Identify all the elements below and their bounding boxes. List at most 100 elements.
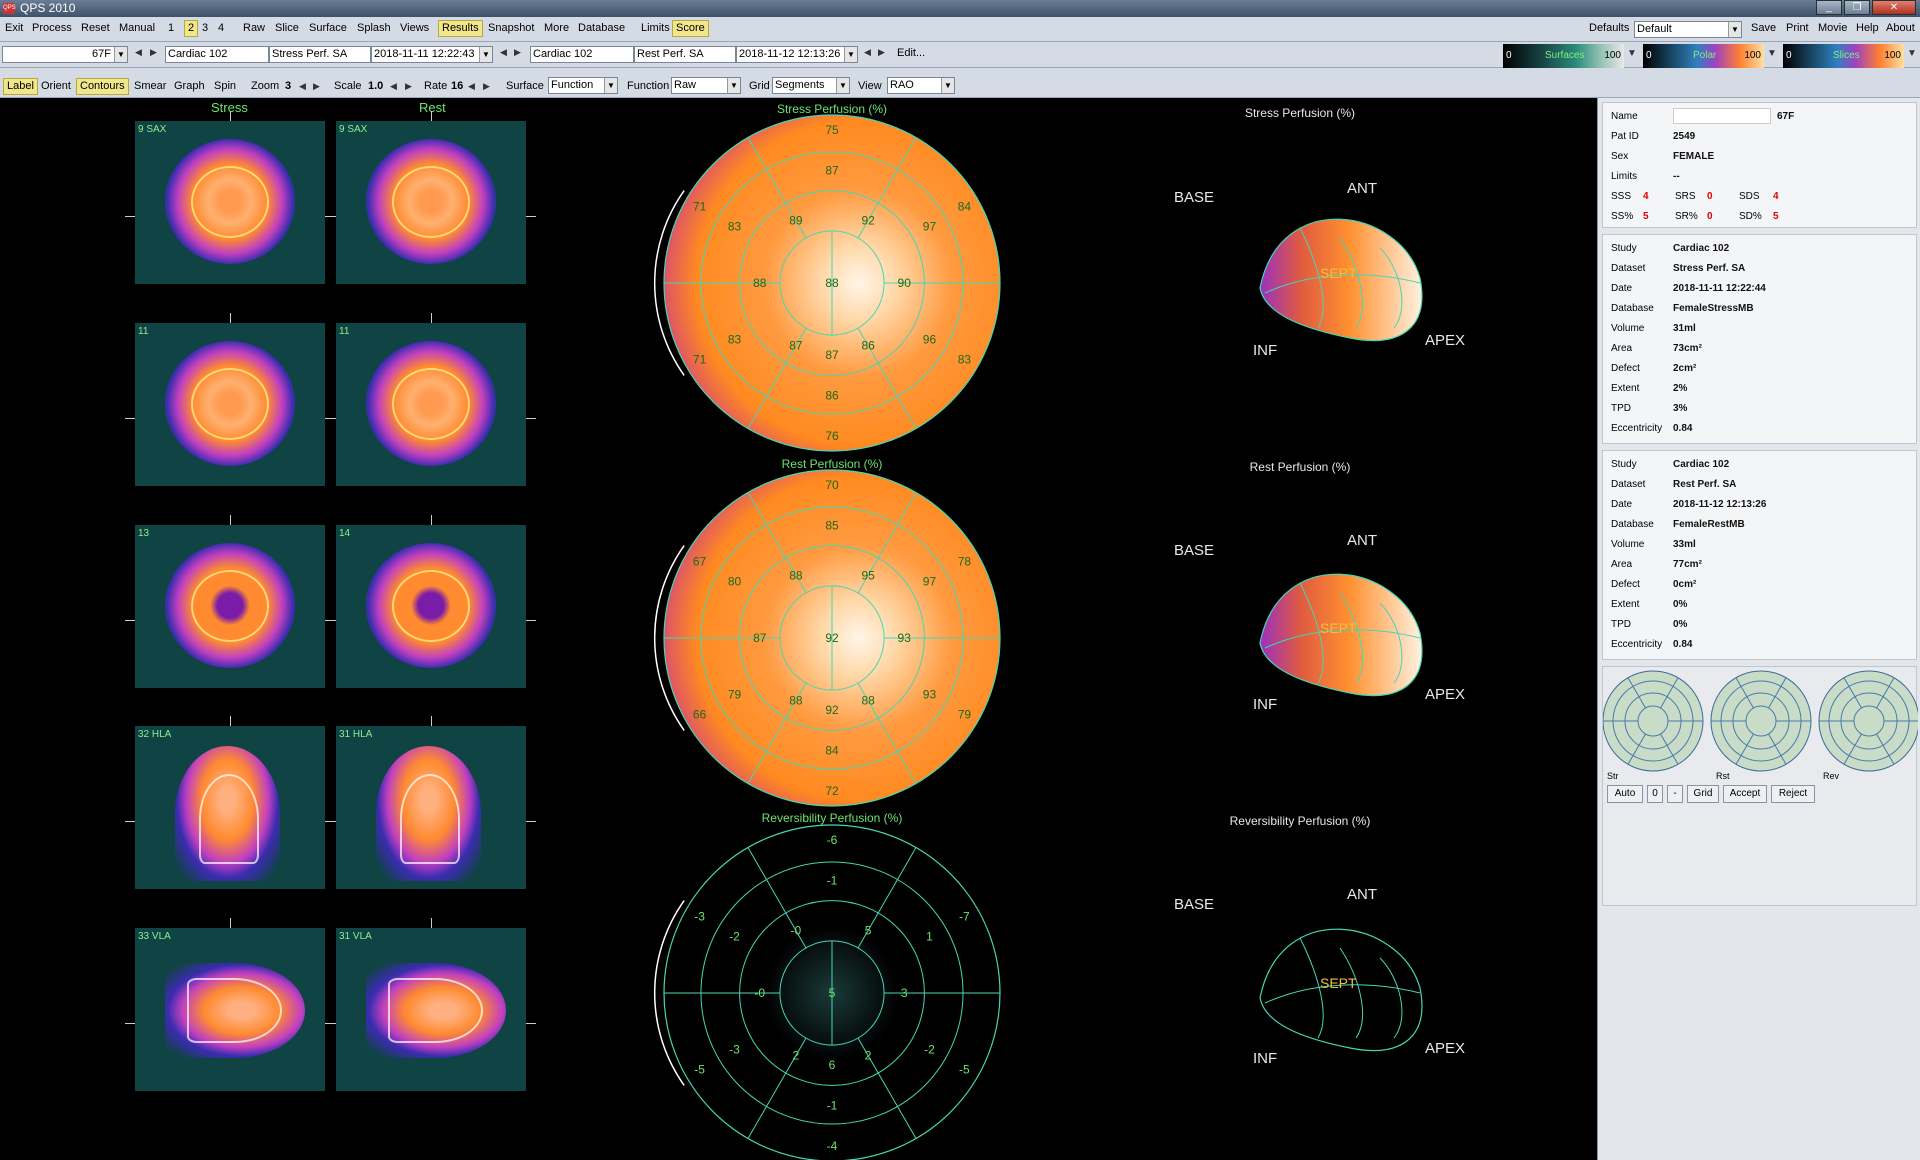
accept-button[interactable]: Accept bbox=[1723, 785, 1767, 803]
mode-database[interactable]: Database bbox=[578, 22, 625, 34]
restore-button[interactable]: ❐ bbox=[1844, 0, 1870, 15]
smear-toggle[interactable]: Smear bbox=[134, 80, 166, 92]
score-buttons: Auto 0 - Grid Accept Reject bbox=[1607, 785, 1917, 805]
slice-label: 11 bbox=[339, 326, 350, 337]
edit-button[interactable]: Edit... bbox=[897, 47, 925, 59]
surfaces-colorbar[interactable]: 0 Surfaces 100 bbox=[1503, 44, 1624, 68]
close-button[interactable]: ✕ bbox=[1872, 0, 1916, 15]
mode-snapshot[interactable]: Snapshot bbox=[488, 22, 534, 34]
limits-button[interactable]: Limits bbox=[641, 22, 670, 34]
stress-dataset-field[interactable]: Stress Perf. SA bbox=[269, 46, 371, 63]
patient-select[interactable]: 67F ▼ bbox=[2, 46, 128, 63]
mode-slice[interactable]: Slice bbox=[275, 22, 299, 34]
minimize-button[interactable]: _ bbox=[1816, 0, 1842, 15]
stress-date-select[interactable]: 2018-11-11 12:22:43 ▼ bbox=[371, 46, 493, 63]
stress-study-field[interactable]: Cardiac 102 bbox=[165, 46, 269, 63]
rest-slice-image[interactable]: 31 HLA bbox=[336, 726, 526, 889]
function-select[interactable]: Raw ▼ bbox=[671, 77, 741, 94]
score-polar-map[interactable] bbox=[1818, 670, 1918, 772]
rev-3d-surface[interactable]: SEPT bbox=[1259, 928, 1423, 1052]
menu-process[interactable]: Process bbox=[32, 22, 72, 34]
menu-manual[interactable]: Manual bbox=[119, 22, 155, 34]
rev-polar-map[interactable]: 5 6 -0 5 3 2 2 -0 -1 1 -2 -1 -3 -2 -6 -7 -5 -4 -5 -3 bbox=[654, 824, 1001, 1160]
scale-increase-icon[interactable]: ▶ bbox=[405, 81, 412, 92]
stress-slice-image[interactable]: 32 HLA bbox=[135, 726, 325, 889]
mode-more[interactable]: More bbox=[544, 22, 569, 34]
prev-rest-icon[interactable]: ◀ bbox=[864, 47, 871, 58]
rate-decrease-icon[interactable]: ◀ bbox=[468, 81, 475, 92]
menu-movie[interactable]: Movie bbox=[1818, 22, 1847, 34]
contours-toggle[interactable]: Contours bbox=[76, 78, 129, 95]
zoom-increase-icon[interactable]: ▶ bbox=[313, 81, 320, 92]
slice-label: 13 bbox=[138, 528, 150, 539]
grid-select[interactable]: Segments ▼ bbox=[772, 77, 850, 94]
rest-study-field[interactable]: Cardiac 102 bbox=[530, 46, 634, 63]
chevron-down-icon[interactable]: ▼ bbox=[1767, 48, 1777, 59]
slice-label: 9 SAX bbox=[138, 124, 167, 135]
menu-about[interactable]: About bbox=[1886, 22, 1915, 34]
rest-3d-surface[interactable]: SEPT bbox=[1259, 573, 1423, 697]
rest-dataset-field[interactable]: Rest Perf. SA bbox=[634, 46, 736, 63]
scale-decrease-icon[interactable]: ◀ bbox=[390, 81, 397, 92]
stress-polar-map[interactable]: 88 87 89 92 90 86 87 88 87 97 96 86 83 83 75 84 83 76 71 71 bbox=[654, 114, 1001, 452]
polar-value: 95 bbox=[861, 568, 875, 582]
chevron-down-icon[interactable]: ▼ bbox=[1907, 48, 1917, 59]
score-polar-map[interactable] bbox=[1710, 670, 1812, 772]
menu-help[interactable]: Help bbox=[1856, 22, 1879, 34]
page-4-button[interactable]: 4 bbox=[218, 22, 224, 34]
slice-tick bbox=[125, 1023, 135, 1024]
menu-reset[interactable]: Reset bbox=[81, 22, 110, 34]
score-button[interactable]: Score bbox=[672, 20, 709, 37]
stress-study-row-label: Defect bbox=[1611, 363, 1640, 374]
rest-date-select[interactable]: 2018-11-12 12:13:26 ▼ bbox=[736, 46, 858, 63]
mode-results[interactable]: Results bbox=[438, 20, 483, 37]
zero-button[interactable]: 0 bbox=[1647, 785, 1663, 803]
rest-slice-image[interactable]: 14 bbox=[336, 525, 526, 688]
polar-value: 88 bbox=[753, 276, 767, 290]
score-polar-map[interactable] bbox=[1603, 670, 1704, 772]
graph-toggle[interactable]: Graph bbox=[174, 80, 205, 92]
next-rest-icon[interactable]: ▶ bbox=[878, 47, 885, 58]
rest-slice-image[interactable]: 11 bbox=[336, 323, 526, 486]
stress-slice-image[interactable]: 33 VLA bbox=[135, 928, 325, 1091]
reject-button[interactable]: Reject bbox=[1771, 785, 1815, 803]
rest-slice-image[interactable]: 31 VLA bbox=[336, 928, 526, 1091]
defaults-select[interactable]: Default ▼ bbox=[1634, 21, 1742, 38]
surface-select[interactable]: Function ▼ bbox=[548, 77, 618, 94]
stress-slice-image[interactable]: 9 SAX bbox=[135, 121, 325, 284]
rest-slice-image[interactable]: 9 SAX bbox=[336, 121, 526, 284]
rate-increase-icon[interactable]: ▶ bbox=[483, 81, 490, 92]
zoom-decrease-icon[interactable]: ◀ bbox=[299, 81, 306, 92]
mode-views[interactable]: Views bbox=[400, 22, 429, 34]
score-polar-maps[interactable] bbox=[1603, 669, 1918, 789]
prev-patient-icon[interactable]: ◀ bbox=[135, 47, 142, 58]
menu-save[interactable]: Save bbox=[1751, 22, 1776, 34]
polar-colorbar[interactable]: 0 Polar 100 bbox=[1643, 44, 1764, 68]
polar-value: 66 bbox=[693, 707, 707, 721]
orient-toggle[interactable]: Orient bbox=[41, 80, 71, 92]
mode-splash[interactable]: Splash bbox=[357, 22, 391, 34]
slices-colorbar[interactable]: 0 Slices 100 bbox=[1783, 44, 1904, 68]
spin-toggle[interactable]: Spin bbox=[214, 80, 236, 92]
mode-surface[interactable]: Surface bbox=[309, 22, 347, 34]
page-1-button[interactable]: 1 bbox=[168, 22, 174, 34]
stress-slice-image[interactable]: 13 bbox=[135, 525, 325, 688]
view-select[interactable]: RAO ▼ bbox=[887, 77, 955, 94]
grid-button[interactable]: Grid bbox=[1687, 785, 1719, 803]
stress-3d-surface[interactable]: SEPT bbox=[1259, 218, 1423, 342]
page-3-button[interactable]: 3 bbox=[202, 22, 208, 34]
chevron-down-icon[interactable]: ▼ bbox=[1627, 48, 1637, 59]
next-patient-icon[interactable]: ▶ bbox=[150, 47, 157, 58]
menu-print[interactable]: Print bbox=[1786, 22, 1809, 34]
label-toggle[interactable]: Label bbox=[3, 78, 38, 95]
stress-slice-image[interactable]: 11 bbox=[135, 323, 325, 486]
polar-value: -2 bbox=[729, 930, 740, 944]
prev-stress-icon[interactable]: ◀ bbox=[500, 47, 507, 58]
page-2-button[interactable]: 2 bbox=[184, 20, 199, 37]
rest-polar-map[interactable]: 92 92 88 95 93 88 88 87 85 97 93 84 79 80 70 78 79 72 66 67 bbox=[654, 469, 1001, 807]
menu-exit[interactable]: Exit bbox=[5, 22, 23, 34]
minus-button[interactable]: - bbox=[1667, 785, 1683, 803]
auto-button[interactable]: Auto bbox=[1607, 785, 1643, 803]
mode-raw[interactable]: Raw bbox=[243, 22, 265, 34]
next-stress-icon[interactable]: ▶ bbox=[514, 47, 521, 58]
